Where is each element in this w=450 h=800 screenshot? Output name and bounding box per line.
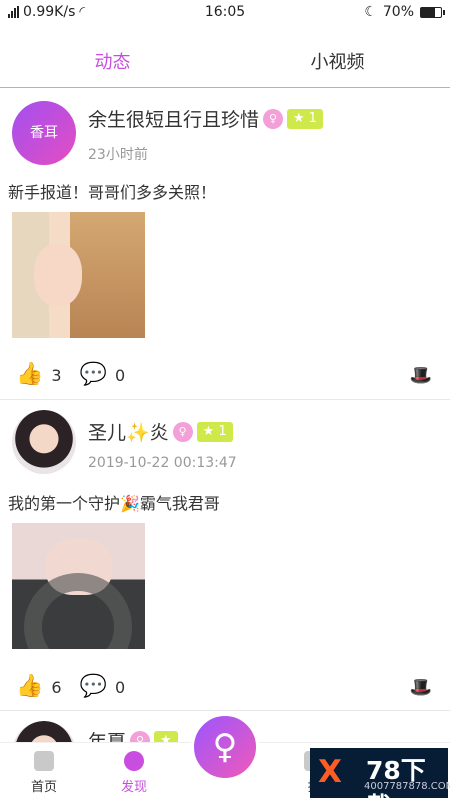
comment-count: 0 bbox=[115, 677, 126, 697]
ear-logo-icon: ♀ bbox=[212, 727, 238, 767]
watermark: X 78下载 4007787878.COM bbox=[310, 748, 450, 800]
username-row: 圣儿✨炎 ♀ ★ 1 bbox=[88, 418, 233, 445]
nav-discover-label: 发现 bbox=[120, 780, 147, 795]
battery-icon bbox=[420, 6, 445, 18]
tab-bar: 动态 小视频 bbox=[0, 26, 450, 88]
post-text: 我的第一个守护🎉霸气我君哥 bbox=[8, 494, 220, 513]
avatar[interactable] bbox=[12, 410, 76, 474]
status-right: ☾ 70% bbox=[364, 4, 445, 20]
post-card: 香耳 余生很短且行且珍惜 ♀ ★ 1 23小时前 新手报道！哥哥们多多关照！ 👍 3… bbox=[0, 89, 450, 400]
username[interactable]: 圣儿✨炎 bbox=[88, 418, 169, 445]
comment-icon: 💬 bbox=[79, 362, 107, 387]
thumbs-up-icon: 👍 bbox=[16, 674, 44, 699]
watermark-logo: X bbox=[318, 754, 342, 790]
action-row: 👍 3 💬 0 bbox=[16, 364, 143, 386]
username[interactable]: 余生很短且行且珍惜 bbox=[88, 105, 259, 132]
star-icon: ★ bbox=[202, 423, 215, 439]
comment-action[interactable]: 💬 0 bbox=[80, 364, 126, 386]
like-count: 6 bbox=[51, 677, 62, 697]
guard-hat-icon[interactable]: 🎩 bbox=[410, 677, 432, 698]
pink-badge-icon: ♀ bbox=[172, 421, 193, 442]
watermark-subtitle: 4007787878.COM bbox=[364, 781, 450, 792]
avatar-text: 香耳 bbox=[30, 125, 58, 141]
discover-icon bbox=[124, 751, 144, 771]
like-action[interactable]: 👍 6 bbox=[16, 676, 62, 698]
nav-home-label: 首页 bbox=[30, 780, 57, 795]
post-image[interactable] bbox=[12, 212, 145, 338]
home-icon bbox=[34, 751, 54, 771]
post-time: 2019-10-22 00:13:47 bbox=[88, 455, 237, 471]
level-value: 1 bbox=[218, 423, 227, 439]
moon-icon: ☾ bbox=[364, 4, 377, 20]
tab-dynamics[interactable]: 动态 bbox=[0, 48, 225, 74]
avatar[interactable]: 香耳 bbox=[12, 101, 76, 165]
like-count: 3 bbox=[51, 365, 62, 385]
ear-logo-button[interactable]: ♀ bbox=[191, 713, 259, 781]
comment-count: 0 bbox=[115, 365, 126, 385]
nav-discover[interactable]: 发现 bbox=[104, 751, 164, 795]
level-badge: ★ 1 bbox=[287, 108, 323, 129]
username-row: 余生很短且行且珍惜 ♀ ★ 1 bbox=[88, 105, 323, 132]
post-time: 23小时前 bbox=[88, 147, 148, 163]
level-value: 1 bbox=[308, 110, 317, 126]
like-action[interactable]: 👍 3 bbox=[16, 364, 62, 386]
star-icon: ★ bbox=[293, 110, 305, 126]
action-row: 👍 6 💬 0 bbox=[16, 676, 143, 698]
post-card: 圣儿✨炎 ♀ ★ 1 2019-10-22 00:13:47 我的第一个守护🎉霸气… bbox=[0, 400, 450, 710]
comment-action[interactable]: 💬 0 bbox=[80, 676, 126, 698]
image-face bbox=[34, 244, 82, 306]
image-overlay bbox=[24, 573, 132, 649]
comment-icon: 💬 bbox=[79, 674, 107, 699]
battery-percent: 70% bbox=[382, 4, 414, 20]
thumbs-up-icon: 👍 bbox=[16, 362, 44, 387]
pink-badge-icon: ♀ bbox=[263, 108, 284, 129]
tab-short-videos[interactable]: 小视频 bbox=[225, 48, 450, 74]
post-image[interactable] bbox=[12, 523, 145, 649]
guard-hat-icon[interactable]: 🎩 bbox=[410, 365, 432, 386]
level-badge: ★ 1 bbox=[196, 421, 233, 442]
nav-home[interactable]: 首页 bbox=[14, 751, 74, 795]
post-text: 新手报道！哥哥们多多关照！ bbox=[8, 183, 217, 202]
watermark-title: 78下载 bbox=[366, 756, 426, 800]
status-bar: 0.99K/s ◜ 16:05 ☾ 70% bbox=[0, 0, 450, 26]
